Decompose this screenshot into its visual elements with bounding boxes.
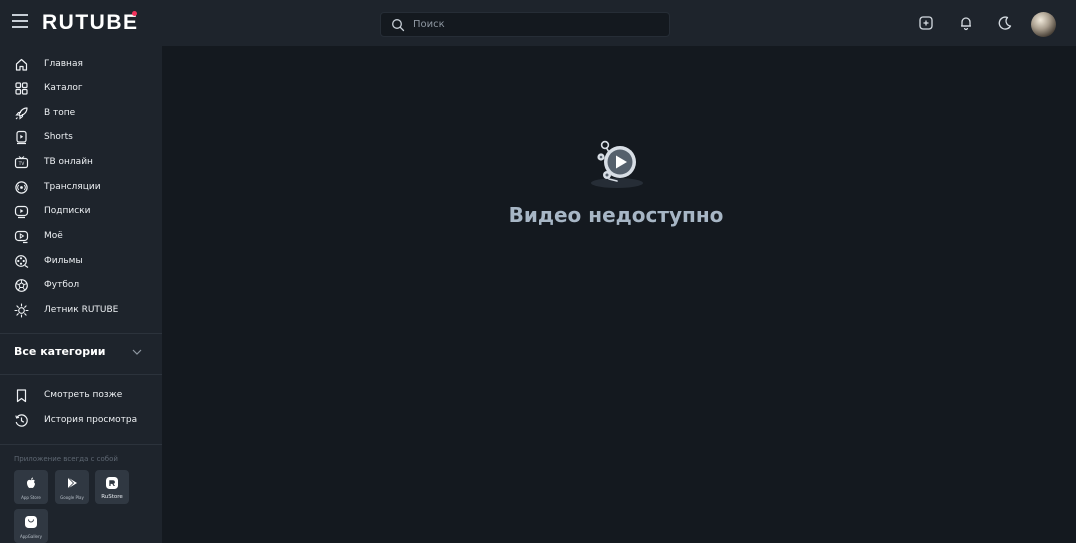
sidebar-item-label: Фильмы bbox=[44, 256, 83, 266]
sidebar-item-tv-online[interactable]: TV ТВ онлайн bbox=[0, 151, 162, 175]
appgallery-label: AppGallery bbox=[19, 534, 43, 539]
bell-icon[interactable] bbox=[958, 15, 974, 31]
window-edge bbox=[1076, 0, 1080, 543]
broken-video-icon bbox=[591, 140, 643, 188]
logo-dot bbox=[132, 11, 137, 16]
search-icon[interactable] bbox=[391, 18, 405, 32]
sidebar-item-label: История просмотра bbox=[44, 415, 138, 425]
rutube-logo[interactable]: RUTUBE bbox=[42, 11, 139, 35]
sidebar-item-label: Подписки bbox=[44, 206, 91, 216]
sidebar-item-watch-later[interactable]: Смотреть позже bbox=[0, 384, 162, 408]
apple-icon bbox=[27, 477, 35, 489]
appgallery-button[interactable]: AppGallery bbox=[14, 509, 48, 543]
broadcast-icon bbox=[15, 181, 28, 194]
all-categories-label: Все категории bbox=[14, 345, 106, 358]
sidebar-item-top[interactable]: В топе bbox=[0, 102, 162, 126]
rustore-label: RuStore bbox=[101, 494, 123, 500]
chevron-down-icon bbox=[132, 349, 142, 355]
sidebar-item-label: Трансляции bbox=[44, 182, 101, 192]
sidebar-item-label: ТВ онлайн bbox=[44, 157, 93, 167]
sidebar-item-subscriptions[interactable]: Подписки bbox=[0, 200, 162, 224]
sidebar-item-broadcasts[interactable]: Трансляции bbox=[0, 176, 162, 200]
sidebar: Главная Каталог В топе Shorts TV ТВ онла… bbox=[0, 46, 162, 543]
sidebar-item-label: В топе bbox=[44, 108, 76, 118]
subscriptions-icon bbox=[14, 205, 29, 219]
video-unavailable-message: Видео недоступно bbox=[508, 203, 724, 227]
upload-icon[interactable] bbox=[918, 15, 934, 31]
search-box[interactable] bbox=[380, 12, 670, 37]
sidebar-item-catalog[interactable]: Каталог bbox=[0, 77, 162, 101]
sidebar-item-letnik[interactable]: Летник RUTUBE bbox=[0, 299, 162, 323]
all-categories-toggle[interactable]: Все категории bbox=[0, 340, 162, 364]
rustore-button[interactable]: RuStore bbox=[95, 470, 129, 504]
films-icon bbox=[15, 255, 29, 268]
main-content: Видео недоступно bbox=[162, 46, 1080, 543]
shorts-icon bbox=[16, 130, 27, 145]
sidebar-divider bbox=[0, 444, 162, 445]
tv-icon: TV bbox=[14, 156, 29, 169]
apps-title: Приложение всегда с собой bbox=[14, 455, 118, 463]
sidebar-item-shorts[interactable]: Shorts bbox=[0, 126, 162, 150]
catalog-icon bbox=[15, 82, 28, 95]
sidebar-item-my[interactable]: Моё bbox=[0, 225, 162, 249]
google-play-label: Google Play bbox=[60, 495, 84, 500]
sun-icon bbox=[14, 303, 29, 318]
google-play-icon bbox=[67, 477, 77, 489]
sidebar-item-label: Моё bbox=[44, 231, 63, 241]
google-play-button[interactable]: Google Play bbox=[55, 470, 89, 504]
sidebar-item-label: Каталог bbox=[44, 83, 83, 93]
sidebar-item-label: Летник RUTUBE bbox=[44, 305, 119, 315]
bookmark-icon bbox=[16, 389, 27, 403]
sidebar-item-label: Shorts bbox=[44, 132, 73, 142]
moon-icon[interactable] bbox=[997, 15, 1013, 31]
sidebar-item-label: Смотреть позже bbox=[44, 390, 123, 400]
sidebar-item-football[interactable]: Футбол bbox=[0, 274, 162, 298]
rocket-icon bbox=[15, 107, 28, 120]
top-bar: RUTUBE bbox=[0, 0, 1080, 46]
app-store-label: App Store bbox=[21, 495, 41, 500]
sidebar-divider bbox=[0, 374, 162, 375]
sidebar-item-films[interactable]: Фильмы bbox=[0, 250, 162, 274]
avatar[interactable] bbox=[1031, 12, 1056, 37]
my-icon bbox=[14, 230, 29, 244]
sidebar-item-label: Главная bbox=[44, 59, 83, 69]
sidebar-item-label: Футбол bbox=[44, 280, 80, 290]
search-input[interactable] bbox=[413, 16, 658, 33]
sidebar-divider bbox=[0, 333, 162, 334]
history-icon bbox=[15, 414, 28, 427]
sidebar-item-history[interactable]: История просмотра bbox=[0, 409, 162, 433]
appgallery-icon bbox=[25, 516, 37, 528]
svg-text:TV: TV bbox=[18, 161, 25, 166]
football-icon bbox=[15, 279, 28, 292]
app-store-button[interactable]: App Store bbox=[14, 470, 48, 504]
sidebar-item-home[interactable]: Главная bbox=[0, 53, 162, 77]
menu-icon[interactable] bbox=[12, 14, 28, 28]
rustore-icon bbox=[106, 477, 118, 489]
home-icon bbox=[15, 58, 28, 71]
